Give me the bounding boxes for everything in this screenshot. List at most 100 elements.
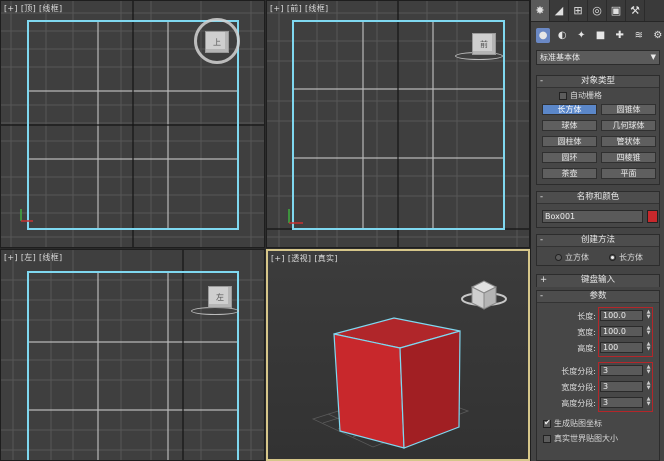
creation-method-rollout: - 创建方法 立方体 长方体 (536, 234, 660, 266)
viewport-label-top[interactable]: [+] [顶] [线框] (4, 3, 65, 14)
viewport-label-perspective[interactable]: [+] [透视] [真实] (271, 253, 341, 264)
viewport-left[interactable]: [+] [左] [线框] 左 (0, 249, 265, 461)
length-segs-label: 长度分段: (561, 367, 596, 376)
box-button[interactable]: 长方体 (542, 104, 597, 115)
parameters-title: 参数 (589, 291, 607, 301)
real-world-map-toggle[interactable]: 真实世界贴图大小 (543, 433, 618, 444)
shapes-icon[interactable]: ◐ (555, 28, 569, 43)
box-side-face (399, 330, 461, 449)
viewport-menu-plus[interactable]: [+] (4, 4, 18, 13)
viewport-menu-plus[interactable]: [+] (270, 4, 284, 13)
teapot-button[interactable]: 茶壶 (542, 168, 597, 179)
lights-icon[interactable]: ✦ (574, 28, 588, 43)
real-world-map-label: 真实世界贴图大小 (554, 434, 618, 443)
expand-icon: + (540, 275, 548, 285)
viewport-label-front[interactable]: [+] [前] [线框] (270, 3, 331, 14)
viewport-perspective[interactable]: [+] [透视] [真实] (266, 249, 530, 461)
viewport-view-name[interactable]: [前] (287, 4, 302, 13)
command-panel-tabs: ✸ ◢ ⊞ ◎ ▣ ⚒ (531, 0, 664, 22)
viewport-view-name[interactable]: [透视] (288, 254, 311, 263)
viewport-shading-mode[interactable]: [线框] (39, 253, 62, 262)
spacewarps-icon[interactable]: ≋ (632, 28, 646, 43)
viewport-view-name[interactable]: [左] (21, 253, 36, 262)
torus-button[interactable]: 圆环 (542, 152, 597, 163)
object-color-swatch[interactable] (647, 210, 658, 223)
utilities-icon[interactable]: ⚒ (626, 0, 645, 21)
parameters-header[interactable]: - 参数 (537, 291, 659, 303)
viewport-menu-plus[interactable]: [+] (271, 254, 285, 263)
collapse-icon: - (540, 291, 544, 301)
pyramid-button[interactable]: 四棱锥 (601, 152, 656, 163)
motion-icon[interactable]: ◎ (588, 0, 607, 21)
creation-method-title: 创建方法 (580, 235, 615, 245)
viewcube-ring[interactable] (191, 307, 239, 315)
hierarchy-icon[interactable]: ⊞ (569, 0, 588, 21)
command-panel: ✸ ◢ ⊞ ◎ ▣ ⚒ ● ◐ ✦ ■ ✚ ≋ ⚙ 标准基本体 ▼ - 对象类型 … (530, 0, 664, 461)
cone-button[interactable]: 圆锥体 (601, 104, 656, 115)
gen-mapping-checkbox[interactable] (543, 418, 551, 428)
viewcube[interactable]: 左 (208, 286, 232, 308)
systems-icon[interactable]: ⚙ (651, 28, 664, 43)
sphere-button[interactable]: 球体 (542, 120, 597, 131)
primitive-category-select[interactable]: 标准基本体 ▼ (536, 50, 660, 65)
collapse-icon: - (540, 192, 544, 202)
box-option[interactable]: 长方体 (609, 252, 643, 263)
modify-icon[interactable]: ◢ (550, 0, 569, 21)
viewport-label-left[interactable]: [+] [左] [线框] (4, 252, 65, 263)
keyboard-entry-title: 键盘输入 (580, 275, 615, 285)
collapse-icon: - (540, 76, 544, 86)
collapse-icon: - (540, 235, 544, 245)
chevron-down-icon: ▼ (650, 53, 656, 61)
cube-option-label: 立方体 (565, 253, 589, 262)
object-type-title: 对象类型 (580, 76, 615, 86)
create-icon[interactable]: ✸ (531, 0, 550, 21)
viewport-shading-mode[interactable]: [线框] (39, 4, 62, 13)
viewcube[interactable]: 上 (205, 31, 229, 53)
autogrid-checkbox[interactable] (559, 91, 567, 100)
create-categories: ● ◐ ✦ ■ ✚ ≋ ⚙ (531, 24, 664, 46)
viewport-view-name[interactable]: [顶] (21, 4, 36, 13)
viewport-menu-plus[interactable]: [+] (4, 253, 18, 262)
viewport-top[interactable]: [+] [顶] [线框] 上 (0, 0, 265, 248)
creation-method-header[interactable]: - 创建方法 (537, 235, 659, 247)
cameras-icon[interactable]: ■ (593, 28, 607, 43)
gen-mapping-toggle[interactable]: 生成贴图坐标 (543, 418, 602, 429)
object-name-input[interactable]: Box001 (542, 210, 643, 223)
cylinder-button[interactable]: 圆柱体 (542, 136, 597, 147)
cube-radio[interactable] (555, 254, 562, 261)
length-label: 长度: (577, 312, 596, 321)
keyboard-entry-rollout: + 键盘输入 (536, 274, 660, 287)
plane-button[interactable]: 平面 (601, 168, 656, 179)
viewport-shading-mode[interactable]: [真实] (314, 254, 337, 263)
parameters-rollout: - 参数 长度: 100.0 ▲ ▼ 宽度: 100.0 ▲ ▼ 高度: 100 ▲ ▼… (536, 290, 660, 461)
keyboard-entry-header[interactable]: + 键盘输入 (537, 275, 659, 287)
name-color-header[interactable]: - 名称和颜色 (537, 192, 659, 204)
autogrid-label: 自动栅格 (570, 91, 602, 100)
highlight-dimensions (598, 307, 653, 357)
display-icon[interactable]: ▣ (607, 0, 626, 21)
object-type-rollout: - 对象类型 自动栅格 长方体 圆锥体 球体 几何球体 圆柱体 管状体 圆环 四棱… (536, 75, 660, 185)
height-label: 高度: (577, 344, 596, 353)
gen-mapping-label: 生成贴图坐标 (554, 419, 602, 428)
name-color-title: 名称和颜色 (576, 192, 620, 202)
highlight-segments (598, 362, 653, 412)
viewport-shading-mode[interactable]: [线框] (305, 4, 328, 13)
object-type-header[interactable]: - 对象类型 (537, 76, 659, 88)
viewport-front[interactable]: [+] [前] [线框] 前 (266, 0, 530, 248)
autogrid-toggle[interactable]: 自动栅格 (559, 90, 602, 101)
cube-option[interactable]: 立方体 (555, 252, 589, 263)
box-radio[interactable] (609, 254, 616, 261)
viewcube[interactable]: 前 (472, 33, 496, 55)
name-color-rollout: - 名称和颜色 Box001 (536, 191, 660, 228)
height-segs-label: 高度分段: (561, 399, 596, 408)
grid-left (1, 250, 264, 460)
geosphere-button[interactable]: 几何球体 (601, 120, 656, 131)
width-segs-label: 宽度分段: (561, 383, 596, 392)
real-world-map-checkbox[interactable] (543, 434, 551, 443)
helpers-icon[interactable]: ✚ (613, 28, 627, 43)
box-option-label: 长方体 (619, 253, 643, 262)
tube-button[interactable]: 管状体 (601, 136, 656, 147)
width-label: 宽度: (577, 328, 596, 337)
geometry-icon[interactable]: ● (536, 27, 551, 43)
box-front-face (333, 333, 405, 449)
